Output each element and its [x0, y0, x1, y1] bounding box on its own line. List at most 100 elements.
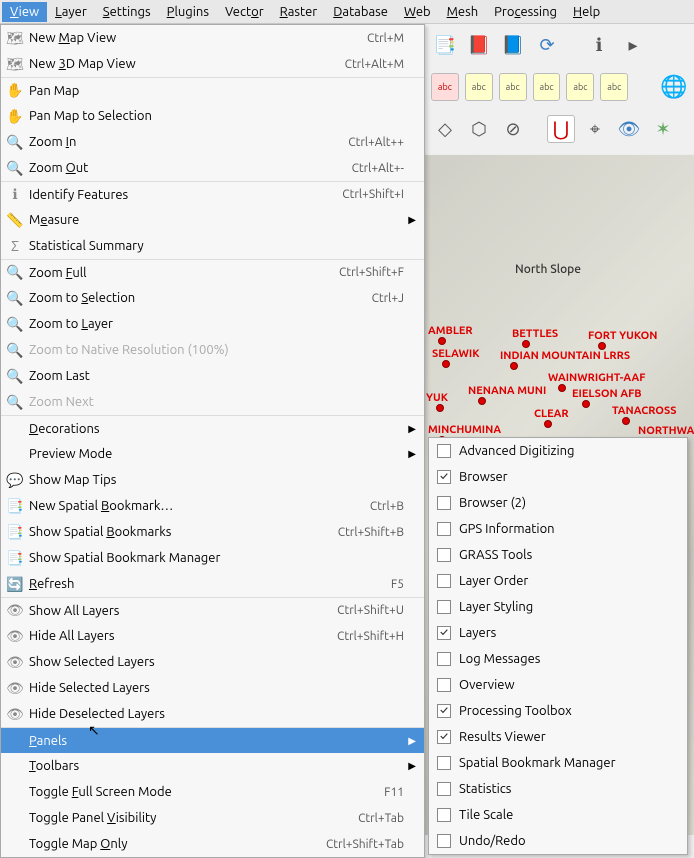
checkbox-icon: [437, 678, 451, 692]
menubar-item-web[interactable]: Web: [396, 2, 439, 22]
panel-toggle-tile-scale[interactable]: Tile Scale: [429, 802, 687, 828]
menubar-item-raster[interactable]: Raster: [272, 2, 326, 22]
menu-item-zoom-to-layer[interactable]: 🔍Zoom to Layer: [1, 311, 424, 337]
menu-item-icon: 🔍: [5, 314, 25, 334]
menu-item-show-map-tips[interactable]: 💬Show Map Tips: [1, 467, 424, 493]
panel-toggle-layer-styling[interactable]: Layer Styling: [429, 594, 687, 620]
snapping-magnet-icon[interactable]: ⋃: [547, 115, 575, 143]
panel-toggle-label: GRASS Tools: [459, 548, 532, 562]
abc-label-1-icon[interactable]: abc: [465, 73, 493, 101]
menu-item-hide-deselected-layers[interactable]: 👁Hide Deselected Layers: [1, 701, 424, 727]
menu-item-pan-map[interactable]: ✋Pan Map: [1, 77, 424, 103]
menu-item-new-3d-map-view[interactable]: 🗺New 3D Map ViewCtrl+Alt+M: [1, 51, 424, 77]
abc-label-red-icon[interactable]: abc: [431, 73, 459, 101]
panel-toggle-layer-order[interactable]: Layer Order: [429, 568, 687, 594]
menu-item-zoom-next: 🔍Zoom Next: [1, 389, 424, 415]
select-tool-icon[interactable]: ⌖: [581, 115, 609, 143]
menubar-item-plugins[interactable]: Plugins: [159, 2, 217, 22]
menu-item-hide-selected-layers[interactable]: 👁Hide Selected Layers: [1, 675, 424, 701]
menubar-item-settings[interactable]: Settings: [95, 2, 159, 22]
panel-toggle-statistics[interactable]: Statistics: [429, 776, 687, 802]
menu-item-show-selected-layers[interactable]: 👁Show Selected Layers: [1, 649, 424, 675]
menu-item-toggle-panel-visibility[interactable]: Toggle Panel VisibilityCtrl+Tab: [1, 805, 424, 831]
menu-item-panels[interactable]: Panels▶: [1, 727, 424, 753]
menu-item-label: Hide Deselected Layers: [29, 707, 404, 721]
panel-toggle-label: Overview: [459, 678, 515, 692]
panel-toggle-undo-redo[interactable]: Undo/Redo: [429, 828, 687, 854]
menu-item-statistical-summary[interactable]: ΣStatistical Summary: [1, 233, 424, 259]
panel-toggle-gps-information[interactable]: GPS Information: [429, 516, 687, 542]
menu-item-label: Toolbars: [29, 759, 404, 773]
menu-item-zoom-full[interactable]: 🔍Zoom FullCtrl+Shift+F: [1, 259, 424, 285]
submenu-arrow-icon: ▶: [404, 214, 416, 226]
menu-item-toggle-full-screen-mode[interactable]: Toggle Full Screen ModeF11: [1, 779, 424, 805]
menu-item-zoom-to-selection[interactable]: 🔍Zoom to SelectionCtrl+J: [1, 285, 424, 311]
edit-geom-1-icon[interactable]: ◇: [431, 115, 459, 143]
checkbox-icon: [437, 496, 451, 510]
menu-item-measure[interactable]: 📏Measure▶: [1, 207, 424, 233]
menu-item-show-spatial-bookmark-manager[interactable]: 📑Show Spatial Bookmark Manager: [1, 545, 424, 571]
menu-item-shortcut: Ctrl+Shift+H: [337, 630, 404, 643]
tree-icon[interactable]: ✶: [649, 115, 677, 143]
menu-item-hide-all-layers[interactable]: 👁Hide All LayersCtrl+Shift+H: [1, 623, 424, 649]
run-icon[interactable]: ▸: [619, 31, 647, 59]
abc-label-2-icon[interactable]: abc: [499, 73, 527, 101]
menu-item-toolbars[interactable]: Toolbars▶: [1, 753, 424, 779]
map-marker: [622, 417, 630, 425]
identify-icon[interactable]: ℹ: [585, 31, 613, 59]
menu-item-icon: 🔍: [5, 158, 25, 178]
bookmark-list-icon[interactable]: 📘: [499, 31, 527, 59]
menu-item-zoom-out[interactable]: 🔍Zoom OutCtrl+Alt+-: [1, 155, 424, 181]
menu-item-show-all-layers[interactable]: 👁Show All LayersCtrl+Shift+U: [1, 597, 424, 623]
panel-toggle-browser-2-[interactable]: Browser (2): [429, 490, 687, 516]
map-place-label: TANACROSS: [612, 405, 676, 417]
menubar-item-layer[interactable]: Layer: [47, 2, 95, 22]
menu-item-pan-map-to-selection[interactable]: ✋Pan Map to Selection: [1, 103, 424, 129]
bookmark-icon[interactable]: 📕: [465, 31, 493, 59]
panel-toggle-advanced-digitizing[interactable]: Advanced Digitizing: [429, 438, 687, 464]
menu-item-new-spatial-bookmark-[interactable]: 📑New Spatial Bookmark…Ctrl+B: [1, 493, 424, 519]
menu-item-label: Show Selected Layers: [29, 655, 404, 669]
menu-item-icon: 🗺: [5, 54, 25, 74]
menubar-item-vector[interactable]: Vector: [217, 2, 272, 22]
menu-item-icon: [5, 444, 25, 464]
panel-toggle-log-messages[interactable]: Log Messages: [429, 646, 687, 672]
edit-geom-3-icon[interactable]: ⊘: [499, 115, 527, 143]
menu-item-show-spatial-bookmarks[interactable]: 📑Show Spatial BookmarksCtrl+Shift+B: [1, 519, 424, 545]
map-marker: [438, 337, 446, 345]
menubar-item-database[interactable]: Database: [325, 2, 396, 22]
menu-item-zoom-in[interactable]: 🔍Zoom InCtrl+Alt++: [1, 129, 424, 155]
menu-item-icon: 🔍: [5, 132, 25, 152]
menu-item-preview-mode[interactable]: Preview Mode▶: [1, 441, 424, 467]
menu-item-label: Zoom Last: [29, 369, 404, 383]
panel-toggle-spatial-bookmark-manager[interactable]: Spatial Bookmark Manager: [429, 750, 687, 776]
menu-item-icon: [5, 808, 25, 828]
panel-toggle-results-viewer[interactable]: Results Viewer: [429, 724, 687, 750]
abc-label-4-icon[interactable]: abc: [566, 73, 594, 101]
menu-item-zoom-last[interactable]: 🔍Zoom Last: [1, 363, 424, 389]
menubar-item-mesh[interactable]: Mesh: [439, 2, 487, 22]
menubar-item-view[interactable]: View: [2, 2, 47, 22]
visibility-eye-icon[interactable]: 👁: [615, 115, 643, 143]
menu-item-decorations[interactable]: Decorations▶: [1, 415, 424, 441]
menu-item-identify-features[interactable]: ℹIdentify FeaturesCtrl+Shift+I: [1, 181, 424, 207]
menu-item-new-map-view[interactable]: 🗺New Map ViewCtrl+M: [1, 25, 424, 51]
bookmark-add-icon[interactable]: 📑: [431, 31, 459, 59]
menu-item-shortcut: Ctrl+Shift+F: [339, 266, 404, 279]
abc-label-5-icon[interactable]: abc: [600, 73, 628, 101]
globe-icon[interactable]: 🌐: [660, 73, 688, 101]
panel-toggle-processing-toolbox[interactable]: Processing Toolbox: [429, 698, 687, 724]
menu-item-icon: 🔍: [5, 340, 25, 360]
checkbox-icon: [437, 808, 451, 822]
panel-toggle-grass-tools[interactable]: GRASS Tools: [429, 542, 687, 568]
panel-toggle-layers[interactable]: Layers: [429, 620, 687, 646]
refresh-icon[interactable]: ⟳: [533, 31, 561, 59]
panel-toggle-overview[interactable]: Overview: [429, 672, 687, 698]
abc-label-3-icon[interactable]: abc: [533, 73, 561, 101]
menu-item-refresh[interactable]: 🔄RefreshF5: [1, 571, 424, 597]
edit-geom-2-icon[interactable]: ⬡: [465, 115, 493, 143]
menubar-item-processing[interactable]: Processing: [486, 2, 565, 22]
map-place-label: INDIAN MOUNTAIN LRRS: [500, 350, 630, 362]
panel-toggle-browser[interactable]: Browser: [429, 464, 687, 490]
menubar-item-help[interactable]: Help: [565, 2, 608, 22]
